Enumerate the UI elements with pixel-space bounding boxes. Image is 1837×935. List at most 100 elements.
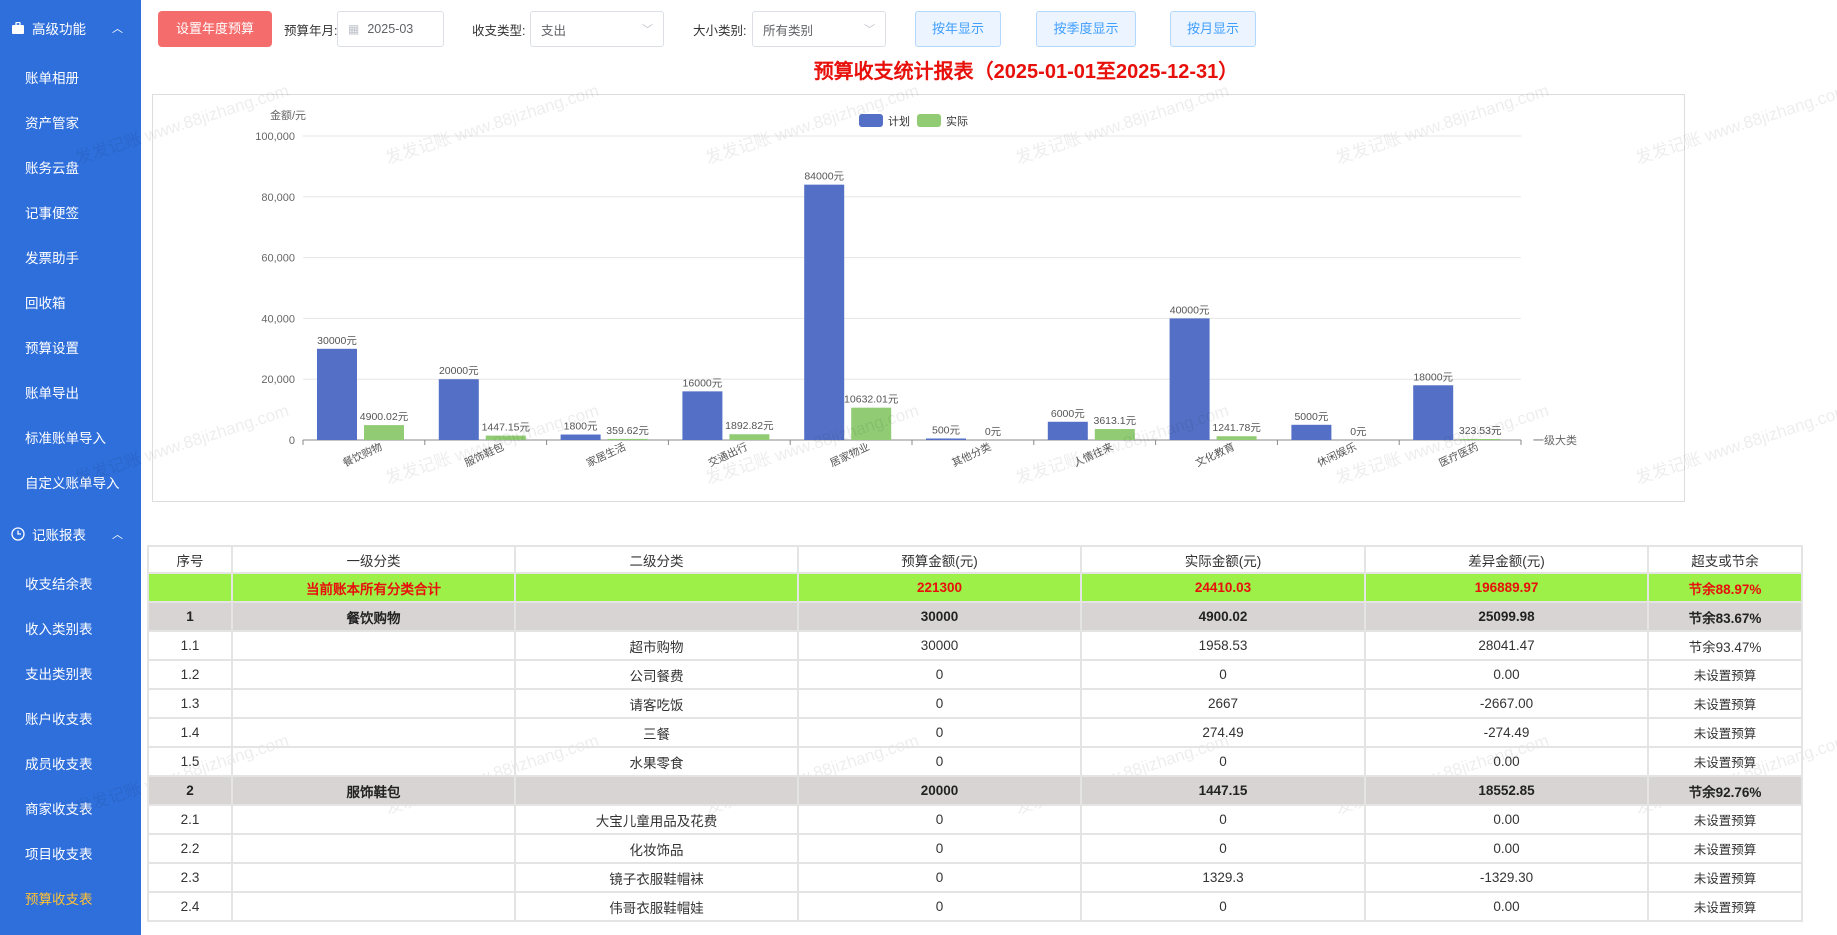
sidebar-item[interactable]: 发票助手 xyxy=(0,236,141,281)
budget-chart: 0 20,000 40,000 60,000 80,000 100,000 金额/元 一级大类… xyxy=(152,94,1685,502)
budget-bar-chart: 0 20,000 40,000 60,000 80,000 100,000 金额/元一级大类… xyxy=(255,108,1577,470)
by-quarter-button[interactable]: 按季度显示 xyxy=(1036,11,1136,47)
sidebar-item[interactable]: 支出类别表 xyxy=(0,652,141,697)
by-month-button[interactable]: 按月显示 xyxy=(1170,11,1256,47)
table-cell: 化妆饰品 xyxy=(514,833,799,864)
briefcase-icon xyxy=(10,20,26,36)
table-cell: -1329.30 xyxy=(1364,862,1649,893)
table-row: 1.2 公司餐费 0 0 0.00 未设置预算 xyxy=(147,659,1803,690)
sidebar-item[interactable]: 账务云盘 xyxy=(0,146,141,191)
by-year-button[interactable]: 按年显示 xyxy=(915,11,1001,47)
table-header-row: 序号 一级分类 二级分类 预算金额(元) 实际金额(元) 差异金额(元) 超支或节余 xyxy=(147,545,1803,574)
y-tick-label: 80,000 xyxy=(261,192,295,204)
budget-month-label: 预算年月: xyxy=(284,23,338,38)
table-cell: 0 xyxy=(797,746,1082,777)
bar xyxy=(926,438,966,440)
x-tick-label: 休闲娱乐 xyxy=(1315,440,1359,470)
table-cell: 196889.97 xyxy=(1364,572,1649,603)
table-cell: 节余93.47% xyxy=(1647,630,1803,661)
table-cell: 节余88.97% xyxy=(1647,572,1803,603)
sidebar-item[interactable]: 项目收支表 xyxy=(0,832,141,877)
bar xyxy=(1216,436,1257,440)
bar xyxy=(682,391,723,440)
column-header: 一级分类 xyxy=(231,545,516,574)
category-select[interactable]: 所有类别 ﹀ xyxy=(752,11,886,47)
table-cell: 未设置预算 xyxy=(1647,833,1803,864)
table-cell: 未设置预算 xyxy=(1647,891,1803,922)
bar xyxy=(1460,439,1501,440)
table-cell: 1329.3 xyxy=(1080,862,1366,893)
x-tick-label: 交通出行 xyxy=(706,440,750,470)
y-axis-title: 金额/元 xyxy=(270,108,306,122)
table-cell: 2.3 xyxy=(147,862,233,893)
column-header: 差异金额(元) xyxy=(1364,545,1649,574)
clock-icon xyxy=(10,526,26,542)
table-cell xyxy=(231,717,516,748)
sidebar-group-advanced[interactable]: 高级功能 ︿ xyxy=(0,0,141,56)
legend-label: 实际 xyxy=(946,114,968,128)
table-cell xyxy=(231,833,516,864)
sidebar-item[interactable]: 账单导出 xyxy=(0,371,141,416)
table-cell: 2 xyxy=(147,775,233,806)
data-label: 1800元 xyxy=(564,421,598,433)
set-annual-budget-button[interactable]: 设置年度预算 xyxy=(158,11,273,47)
data-label: 359.62元 xyxy=(606,425,649,437)
table-cell: 274.49 xyxy=(1080,717,1366,748)
table-cell: 0 xyxy=(797,891,1082,922)
chevron-down-icon: ﹀ xyxy=(864,24,875,36)
table-cell: 2.1 xyxy=(147,804,233,835)
table-cell: 30000 xyxy=(797,601,1082,632)
bar xyxy=(607,438,648,440)
budget-table: 序号 一级分类 二级分类 预算金额(元) 实际金额(元) 差异金额(元) 超支或节余 当前账… xyxy=(147,545,1803,922)
sidebar-item[interactable]: 自定义账单导入 xyxy=(0,461,141,506)
bar xyxy=(1169,318,1210,440)
y-tick-label: 60,000 xyxy=(261,253,295,265)
table-cell xyxy=(514,775,799,806)
table-cell: 0 xyxy=(1080,833,1366,864)
table-cell: 当前账本所有分类合计 xyxy=(231,572,516,603)
table-cell xyxy=(514,601,799,632)
table-cell xyxy=(147,572,233,603)
table-category-row: 1 餐饮购物 30000 4900.02 25099.98 节余83.67% xyxy=(147,601,1803,632)
data-label: 30000元 xyxy=(317,335,357,347)
table-cell: 公司餐费 xyxy=(514,659,799,690)
sidebar: 高级功能 ︿ 账单相册 资产管家 账务云盘 记事便签 发票助手 回收箱 预算设置 账单导出 标准… xyxy=(0,0,141,935)
sidebar-item[interactable]: 回收箱 xyxy=(0,281,141,326)
bar xyxy=(1291,424,1332,440)
table-cell: 0 xyxy=(1080,659,1366,690)
bar xyxy=(1413,385,1454,440)
sidebar-item[interactable]: 记账对账单 xyxy=(0,922,141,935)
table-cell: 镜子衣服鞋帽袜 xyxy=(514,862,799,893)
legend-swatch xyxy=(917,114,941,127)
data-label: 500元 xyxy=(932,424,961,436)
data-label: 5000元 xyxy=(1294,411,1328,423)
table-cell: 未设置预算 xyxy=(1647,804,1803,835)
table-cell: 1958.53 xyxy=(1080,630,1366,661)
sidebar-item[interactable]: 预算设置 xyxy=(0,326,141,371)
budget-month-picker[interactable]: ▦ 2025-03 xyxy=(337,11,444,47)
table-cell xyxy=(231,862,516,893)
y-tick-label: 100,000 xyxy=(255,131,295,143)
bar xyxy=(804,184,845,440)
table-cell: 25099.98 xyxy=(1364,601,1649,632)
sidebar-item[interactable]: 账户收支表 xyxy=(0,697,141,742)
sidebar-item[interactable]: 预算收支表 xyxy=(0,877,141,922)
type-value: 支出 xyxy=(541,23,567,38)
sidebar-item[interactable]: 记事便签 xyxy=(0,191,141,236)
sidebar-item[interactable]: 账单相册 xyxy=(0,56,141,101)
table-cell: 餐饮购物 xyxy=(231,601,516,632)
sidebar-item[interactable]: 收支结余表 xyxy=(0,562,141,607)
sidebar-group-reports[interactable]: 记账报表 ︿ xyxy=(0,506,141,562)
data-label: 323.53元 xyxy=(1459,425,1502,437)
table-row: 1.3 请客吃饭 0 2667 -2667.00 未设置预算 xyxy=(147,688,1803,719)
type-select[interactable]: 支出 ﹀ xyxy=(530,11,664,47)
sidebar-item[interactable]: 标准账单导入 xyxy=(0,416,141,461)
sidebar-item[interactable]: 资产管家 xyxy=(0,101,141,146)
table-cell: 28041.47 xyxy=(1364,630,1649,661)
data-label: 1892.82元 xyxy=(725,420,774,432)
sidebar-item[interactable]: 收入类别表 xyxy=(0,607,141,652)
sidebar-item[interactable]: 成员收支表 xyxy=(0,742,141,787)
x-tick-label: 文化教育 xyxy=(1193,440,1237,470)
sidebar-item[interactable]: 商家收支表 xyxy=(0,787,141,832)
table-cell: 1.3 xyxy=(147,688,233,719)
